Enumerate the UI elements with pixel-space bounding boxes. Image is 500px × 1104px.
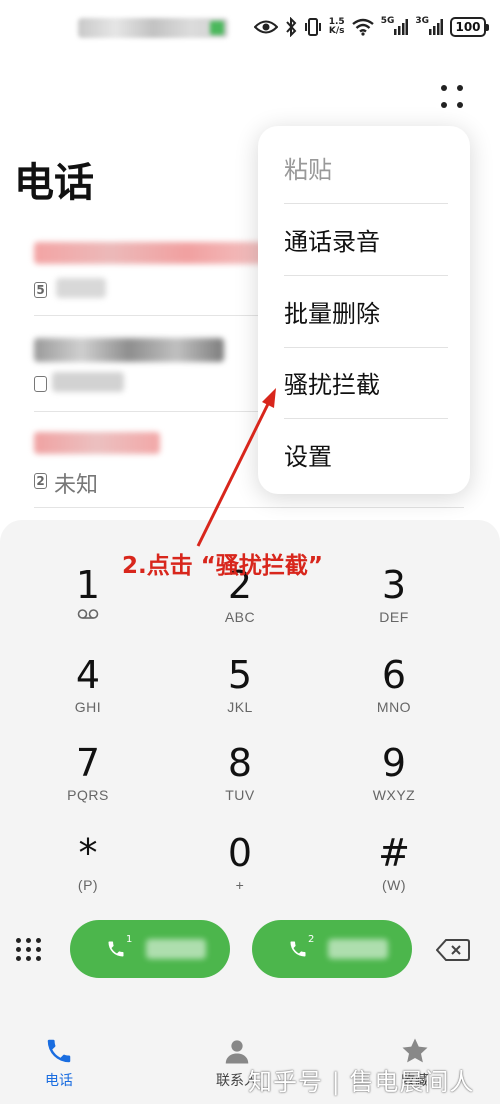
key-letters: + bbox=[235, 877, 245, 893]
dialpad-key[interactable]: 3 DEF bbox=[334, 562, 454, 650]
sim-number: 2 bbox=[308, 934, 315, 945]
call-location: 未知 bbox=[54, 473, 99, 498]
eye-icon bbox=[253, 16, 278, 38]
dialpad-key[interactable]: 0 + bbox=[180, 830, 300, 918]
carrier-info-blurred bbox=[78, 18, 228, 38]
tab-phone[interactable]: 电话 bbox=[44, 1036, 74, 1090]
signal-3g-icon: 3G bbox=[415, 16, 443, 38]
dialpad-key[interactable]: 6 MNO bbox=[334, 652, 454, 740]
network-speed: 1.5 K/s bbox=[329, 16, 345, 38]
caller-name-blurred bbox=[34, 338, 224, 362]
call-button-sim2[interactable]: 2 bbox=[252, 920, 412, 978]
key-digit: 4 bbox=[75, 653, 101, 697]
net1-label: 5G bbox=[380, 16, 395, 26]
key-digit: 0 bbox=[227, 831, 253, 875]
more-dots-icon[interactable] bbox=[436, 80, 468, 112]
key-digit: 7 bbox=[75, 741, 101, 785]
key-digit: 1 bbox=[75, 563, 101, 607]
status-bar: 1.5 K/s 5G 3G 100 bbox=[0, 0, 500, 56]
signal-5g-icon: 5G bbox=[381, 16, 409, 38]
dialpad-key[interactable]: 5 JKL bbox=[180, 652, 300, 740]
key-digit: * bbox=[78, 831, 98, 875]
vibrate-icon bbox=[304, 16, 322, 38]
net2-label: 3G bbox=[415, 16, 429, 26]
call-button-label-blurred bbox=[146, 939, 207, 959]
status-icons: 1.5 K/s 5G 3G 100 bbox=[253, 16, 489, 38]
sim-icon: 5 bbox=[34, 282, 47, 298]
key-digit: 5 bbox=[227, 653, 253, 697]
dialpad-icon[interactable] bbox=[16, 934, 42, 964]
phone-icon bbox=[47, 1039, 71, 1063]
caller-name-blurred bbox=[34, 432, 160, 454]
dialpad-key[interactable]: 8 TUV bbox=[180, 740, 300, 828]
key-letters: (W) bbox=[381, 877, 407, 893]
tab-phone-label: 电话 bbox=[45, 1073, 73, 1089]
key-digit: 3 bbox=[381, 563, 407, 607]
dialpad-key[interactable]: # (W) bbox=[334, 830, 454, 918]
call-button-sim1[interactable]: 1 bbox=[70, 920, 230, 978]
key-digit: # bbox=[378, 831, 410, 875]
battery-icon: 100 bbox=[450, 17, 489, 37]
call-info-blurred bbox=[52, 372, 124, 392]
dialpad-key[interactable]: * (P) bbox=[28, 830, 148, 918]
menu-item-batch-delete[interactable]: 批量删除 bbox=[284, 276, 448, 348]
watermark: 知乎号 | 售电晨间人 bbox=[248, 1068, 475, 1096]
key-letters: DEF bbox=[379, 609, 409, 625]
caller-name-blurred bbox=[34, 242, 264, 264]
key-letters: WXYZ bbox=[372, 787, 416, 803]
key-digit: 6 bbox=[381, 653, 407, 697]
key-letters: (P) bbox=[77, 877, 99, 893]
overflow-menu: 粘贴 通话录音 批量删除 骚扰拦截 设置 bbox=[258, 126, 470, 494]
menu-item-harassment-block[interactable]: 骚扰拦截 bbox=[284, 347, 448, 419]
menu-item-settings[interactable]: 设置 bbox=[284, 418, 448, 490]
call-info-blurred bbox=[56, 278, 106, 298]
key-letters: MNO bbox=[376, 699, 412, 715]
call-button-label-blurred bbox=[328, 939, 389, 959]
sim-icon bbox=[34, 376, 47, 392]
dialpad-key[interactable]: 4 GHI bbox=[28, 652, 148, 740]
phone-icon bbox=[108, 941, 124, 957]
backspace-icon[interactable] bbox=[436, 938, 470, 962]
key-letters: ABC bbox=[224, 609, 256, 625]
key-digit: 9 bbox=[381, 741, 407, 785]
sim-number: 1 bbox=[126, 934, 133, 945]
page-title: 电话 bbox=[14, 160, 94, 206]
key-letters: TUV bbox=[225, 787, 255, 803]
dialpad-key[interactable]: 9 WXYZ bbox=[334, 740, 454, 828]
bluetooth-icon bbox=[285, 16, 297, 38]
annotation-text: 2.点击 “骚扰拦截” bbox=[122, 553, 323, 579]
key-letters: PQRS bbox=[67, 787, 109, 803]
key-digit: 8 bbox=[227, 741, 253, 785]
key-letters: JKL bbox=[227, 699, 253, 715]
speed-unit: K/s bbox=[328, 26, 345, 36]
menu-item-paste[interactable]: 粘贴 bbox=[284, 132, 448, 204]
voicemail-icon bbox=[77, 609, 99, 619]
phone-icon bbox=[290, 941, 306, 957]
sim-icon: 2 bbox=[34, 473, 47, 489]
dialpad-key[interactable]: 7 PQRS bbox=[28, 740, 148, 828]
menu-item-call-recording[interactable]: 通话录音 bbox=[284, 204, 448, 276]
wifi-icon bbox=[351, 16, 374, 38]
key-letters: GHI bbox=[74, 699, 102, 715]
battery-level: 100 bbox=[455, 20, 481, 34]
